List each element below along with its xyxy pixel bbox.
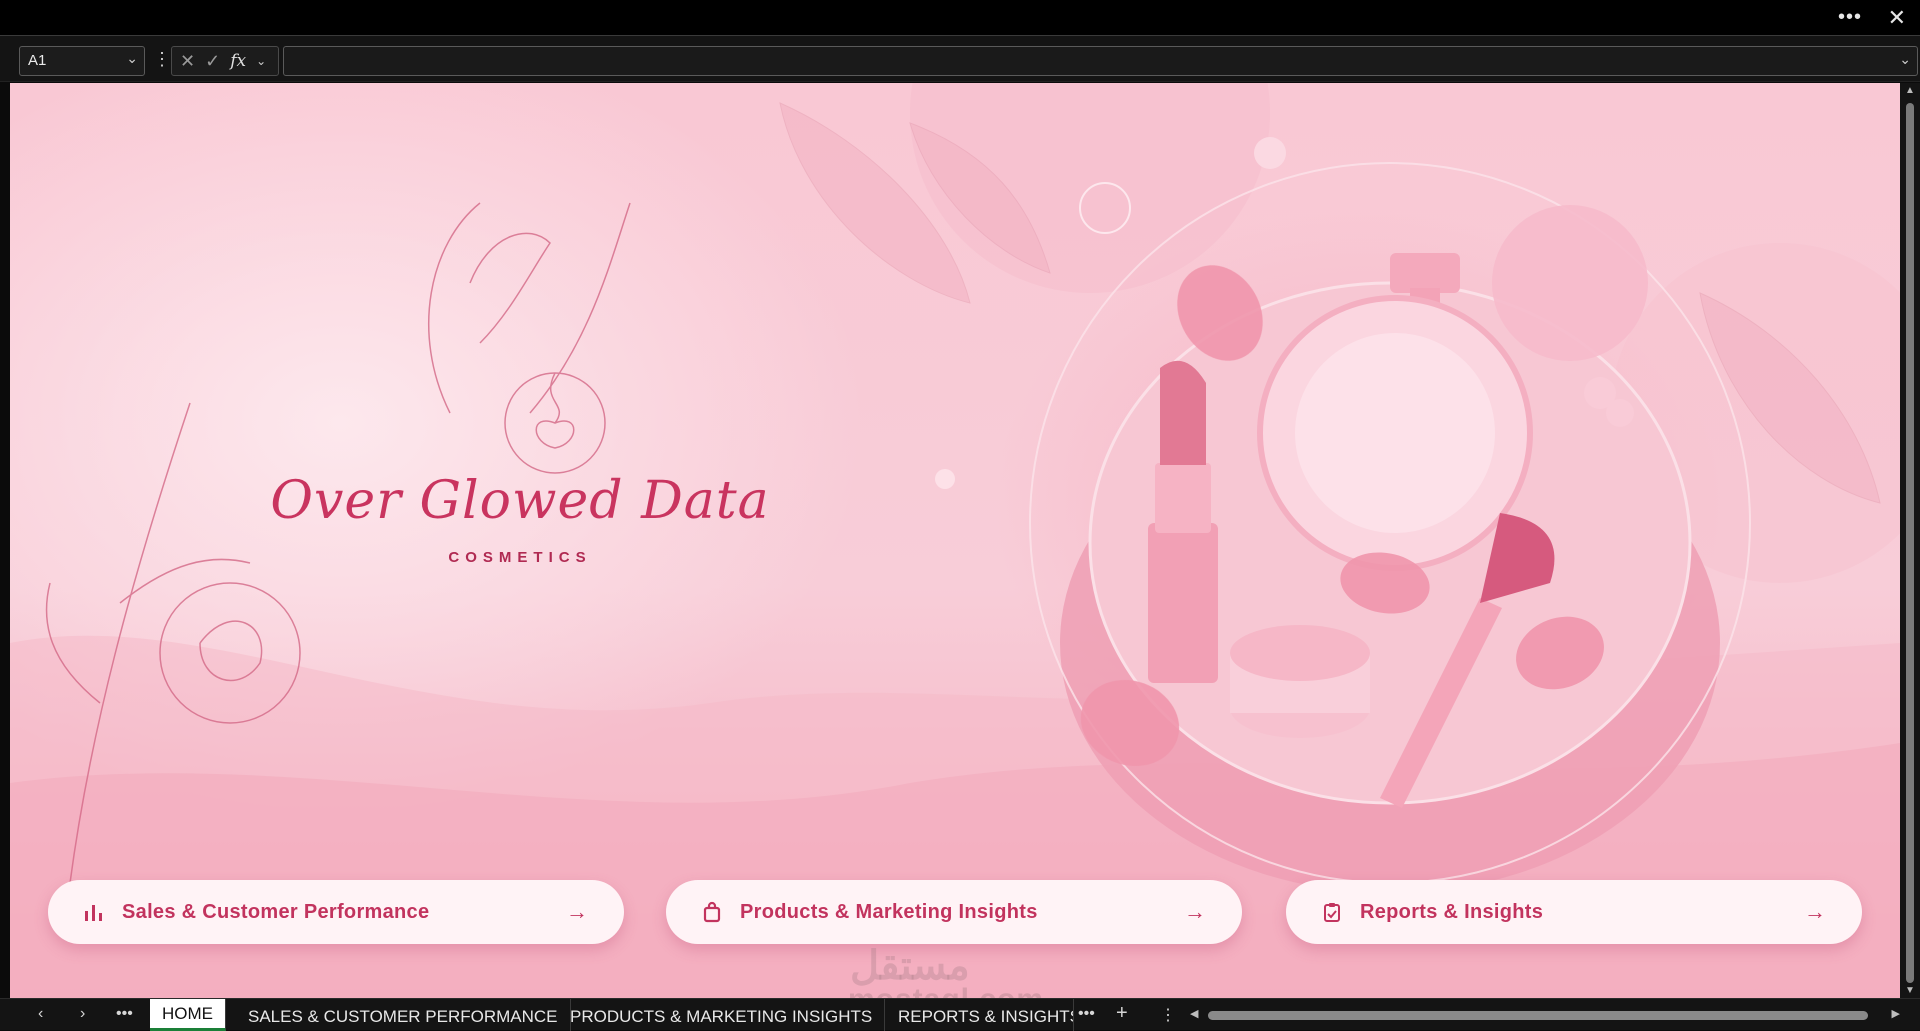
more-sheets-icon[interactable]: ••• (116, 1005, 133, 1023)
scrollbar-thumb[interactable] (1906, 103, 1914, 983)
sales-customer-performance-button[interactable]: Sales & Customer Performance → (48, 880, 624, 944)
more-options-icon[interactable]: ••• (1838, 6, 1862, 29)
button-label: Sales & Customer Performance (122, 900, 430, 923)
bar-chart-icon (82, 900, 106, 924)
sheet-options-icon[interactable]: ⋮ (1160, 1005, 1176, 1025)
insert-function-button[interactable]: fx (230, 51, 246, 71)
tab-home[interactable]: HOME (150, 999, 226, 1031)
tab-sales-customer-performance[interactable]: SALES & CUSTOMER PERFORMANCE (236, 999, 571, 1031)
scroll-left-icon[interactable]: ◀ (1190, 1007, 1198, 1020)
brand-name: Over Glowed Data (270, 471, 770, 531)
name-box-value: A1 (28, 52, 47, 69)
previous-sheet-icon[interactable]: ‹ (38, 1005, 43, 1023)
formula-actions: ✕ ✓ fx ⌄ (171, 46, 279, 76)
brand-subtitle: COSMETICS (448, 549, 592, 566)
background-artwork (10, 83, 1900, 998)
shopping-bag-icon (700, 900, 724, 924)
formula-input[interactable]: ⌄ (283, 46, 1918, 76)
products-marketing-insights-button[interactable]: Products & Marketing Insights → (666, 880, 1242, 944)
next-sheet-icon[interactable]: › (80, 1005, 85, 1023)
vertical-scrollbar[interactable]: ▲ ▼ (1900, 83, 1920, 998)
arrow-right-icon: → (1184, 899, 1206, 924)
button-label: Reports & Insights (1360, 900, 1544, 923)
reports-insights-button[interactable]: Reports & Insights → (1286, 880, 1862, 944)
arrow-right-icon: → (566, 899, 588, 924)
expand-formula-icon[interactable]: ⌄ (1899, 51, 1911, 68)
more-tabs-icon[interactable]: ••• (1078, 1005, 1095, 1023)
chevron-down-icon[interactable]: ⌄ (126, 50, 138, 67)
dashboard-canvas: Over Glowed Data COSMETICS Sales & Custo… (10, 83, 1900, 998)
horizontal-scrollbar[interactable]: ◀ ▶ (1190, 1007, 1900, 1023)
scroll-right-icon[interactable]: ▶ (1892, 1007, 1900, 1020)
chevron-down-icon[interactable]: ⌄ (256, 54, 266, 68)
scroll-down-icon[interactable]: ▼ (1905, 985, 1915, 996)
formula-bar: A1 ⌄ ⋮ ✕ ✓ fx ⌄ ⌄ (0, 36, 1920, 82)
name-box[interactable]: A1 ⌄ (19, 46, 145, 76)
clipboard-check-icon (1320, 900, 1344, 924)
button-label: Products & Marketing Insights (740, 900, 1038, 923)
sheet-tab-bar: ‹ › ••• HOME SALES & CUSTOMER PERFORMANC… (0, 998, 1920, 1031)
vertical-dots-icon[interactable]: ⋮ (153, 49, 171, 70)
cancel-icon[interactable]: ✕ (180, 51, 195, 72)
enter-icon[interactable]: ✓ (205, 51, 220, 72)
close-icon[interactable]: ✕ (1888, 5, 1906, 31)
title-strip: ••• ✕ (0, 0, 1920, 36)
scrollbar-thumb[interactable] (1208, 1011, 1868, 1020)
arrow-right-icon: → (1804, 899, 1826, 924)
tab-reports-insights[interactable]: REPORTS & INSIGHTS (886, 999, 1074, 1031)
add-sheet-button[interactable]: + (1116, 1002, 1128, 1025)
tab-products-marketing-insights[interactable]: PRODUCTS & MARKETING INSIGHTS (558, 999, 886, 1031)
watermark: mostaql.com (848, 983, 1044, 998)
scroll-up-icon[interactable]: ▲ (1905, 85, 1915, 96)
